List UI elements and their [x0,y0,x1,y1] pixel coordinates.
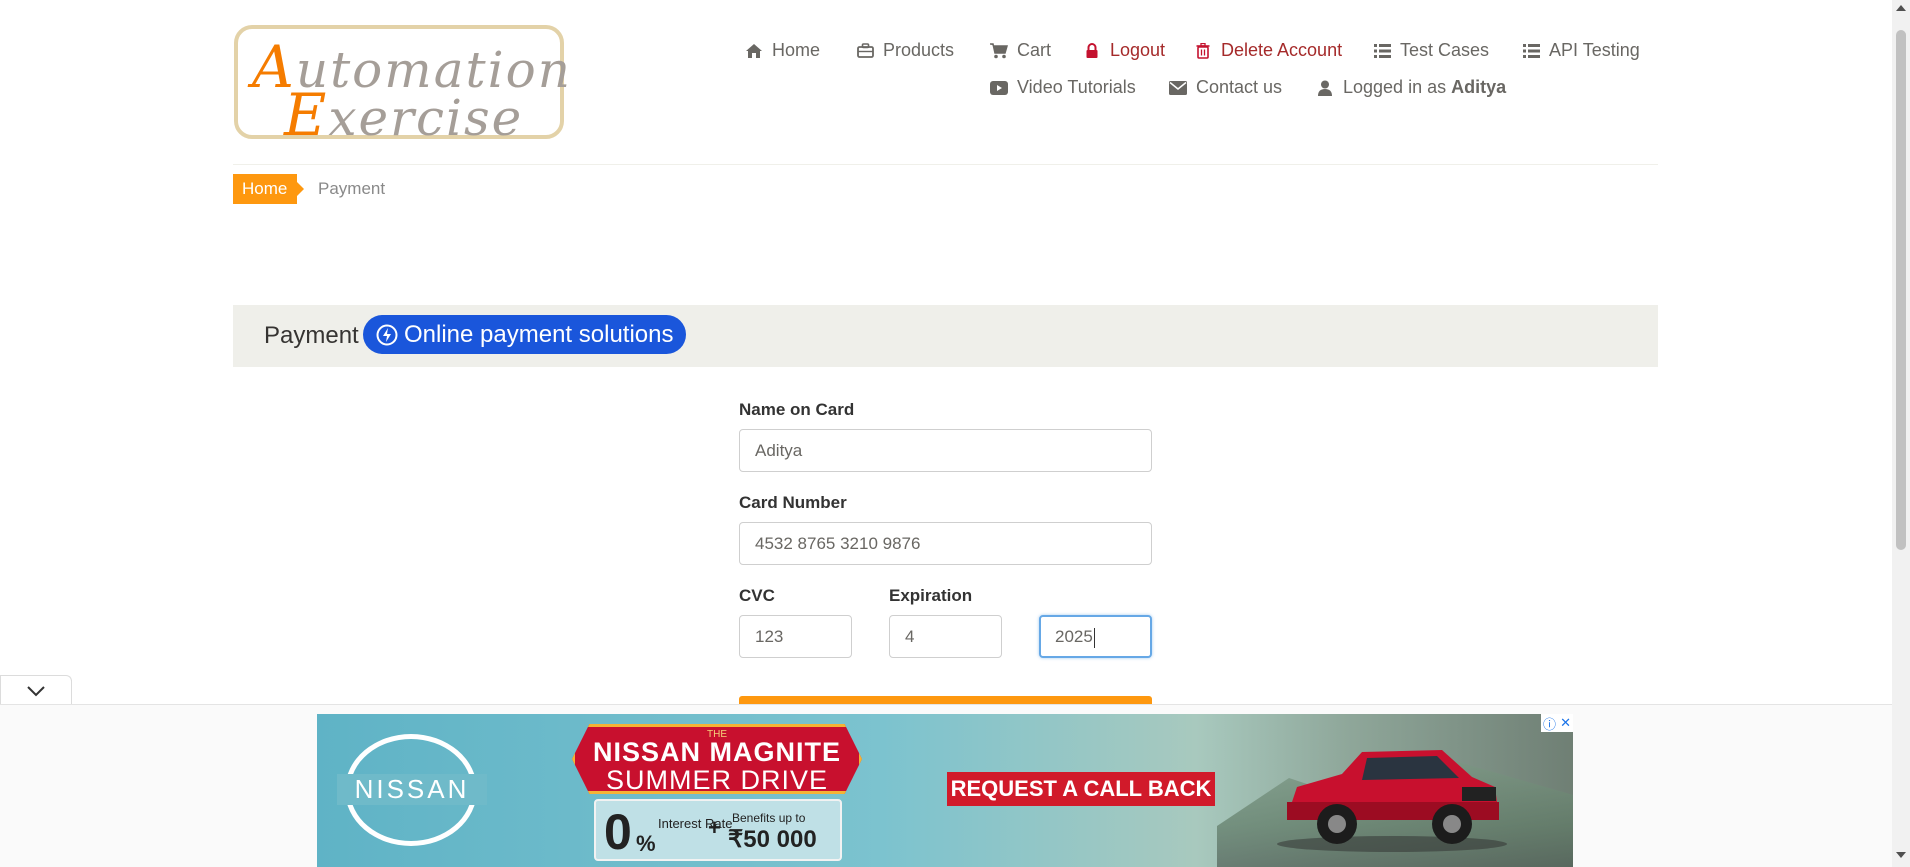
envelope-icon [1169,79,1187,97]
ad-offer-box: 0 % Interest Rate + Benefits up to ₹50 0… [594,799,842,861]
name-on-card-label: Name on Card [739,400,855,419]
ad-info-icon[interactable]: ⓘ [1543,714,1556,733]
nav-api-testing[interactable]: API Testing [1522,40,1640,61]
ad-brand: NISSAN [337,774,487,805]
nav-logout[interactable]: Logout [1083,40,1165,61]
expiration-label: Expiration [889,586,973,605]
card-number-field[interactable]: 4532 8765 3210 9876 [739,522,1152,565]
ad-close-icon[interactable]: ✕ [1560,715,1571,731]
expiration-year-value: 2025 [1055,627,1093,646]
payment-heading-bar: Payment Online payment solutions [233,305,1658,367]
nav-delete-account[interactable]: Delete Account [1194,40,1342,61]
vertical-scrollbar[interactable] [1892,0,1910,867]
nav-home[interactable]: Home [745,40,820,61]
youtube-icon [990,79,1008,97]
nav-video-tutorials[interactable]: Video Tutorials [990,77,1136,98]
ad-controls: ⓘ ✕ [1541,714,1573,732]
ad-call-back-button[interactable]: REQUEST A CALL BACK [947,772,1215,806]
expiration-year-field[interactable]: 2025 [1039,615,1152,658]
list-icon [1373,42,1391,60]
home-icon [745,42,763,60]
expiration-month-field[interactable]: 4 [889,615,1002,658]
text-caret [1093,627,1095,648]
header-divider [233,164,1658,165]
trash-icon [1194,42,1212,60]
cvc-label: CVC [739,586,775,605]
ad-banner[interactable]: NISSAN THE NISSAN MAGNITE SUMMER DRIVE 0… [317,714,1573,867]
online-payment-badge[interactable]: Online payment solutions [363,315,687,354]
scroll-down-arrow-icon[interactable] [1896,852,1906,858]
main-nav: Home Products Cart Logout Delete Account… [0,36,1910,126]
page-title: Payment [264,322,359,349]
breadcrumb-home[interactable]: Home [233,174,305,204]
card-number-label: Card Number [739,493,847,512]
nav-cart[interactable]: Cart [990,40,1051,61]
lock-icon [1083,42,1101,60]
ad-title-badge: THE NISSAN MAGNITE SUMMER DRIVE [572,724,862,794]
name-on-card-field[interactable]: Aditya [739,429,1152,472]
list-icon [1522,42,1540,60]
ad-collapse-tab[interactable] [0,675,72,705]
page: Automation Exercise Home Products Cart L… [0,0,1910,867]
cvc-field[interactable]: 123 [739,615,852,658]
briefcase-icon [856,42,874,60]
nav-logged-in[interactable]: Logged in as Aditya [1316,77,1506,98]
nav-products[interactable]: Products [856,40,954,61]
breadcrumb-current: Payment [318,179,386,198]
nav-contact-us[interactable]: Contact us [1169,77,1282,98]
scrollbar-thumb[interactable] [1896,30,1906,550]
user-icon [1316,79,1334,97]
nav-test-cases[interactable]: Test Cases [1373,40,1489,61]
bolt-icon [376,324,398,345]
car-image [1277,750,1507,852]
scroll-up-arrow-icon[interactable] [1896,5,1906,11]
logged-in-username: Aditya [1451,77,1507,97]
chevron-down-icon [27,685,45,696]
cart-icon [990,42,1008,60]
